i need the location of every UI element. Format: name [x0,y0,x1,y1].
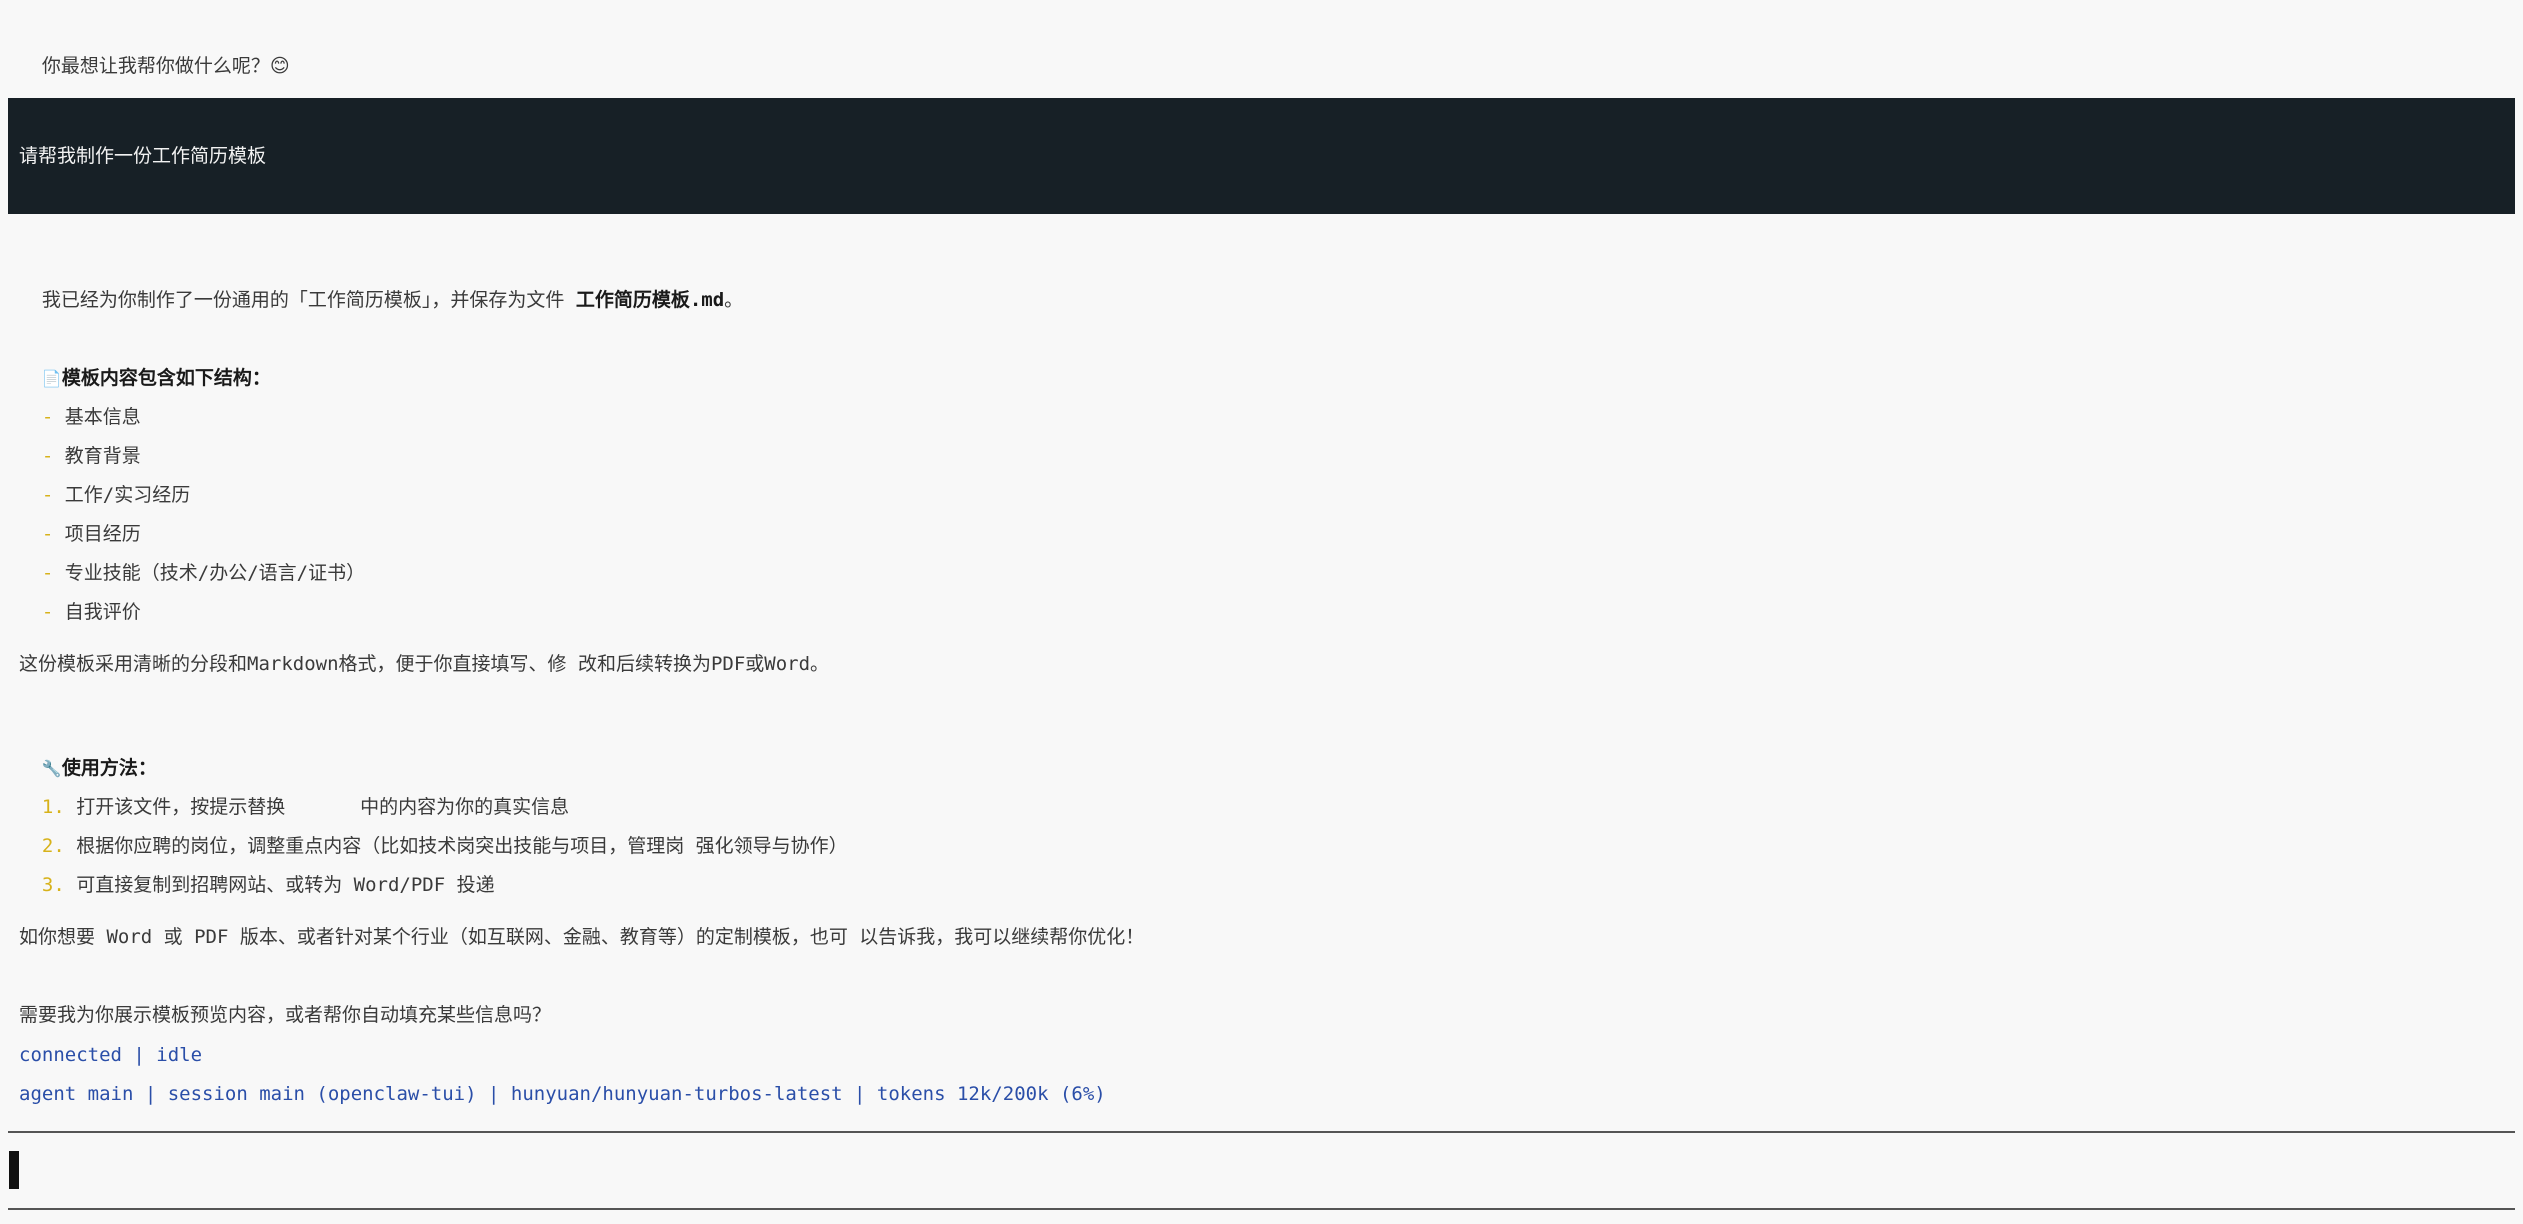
list-item-label: 自我评价 [64,601,141,623]
text-cursor [9,1151,19,1189]
list-item: - 自我评价 [19,573,141,625]
input-bottom-divider [8,1208,2515,1210]
greeting-line: 你最想让我帮你做什么呢？😊 [19,27,290,79]
format-note: 这份模板采用清晰的分段和Markdown格式，便于你直接填写、修 改和后续转换为… [19,653,830,675]
session-status: agent main | session main (openclaw-tui)… [19,1083,1106,1105]
reply-intro: 我已经为你制作了一份通用的「工作简历模板」，并保存为文件 工作简历模板.md。 [19,261,743,313]
bullet-marker: - [41,601,54,623]
input-top-divider [8,1131,2515,1133]
user-message-block: 请帮我制作一份工作简历模板 [8,98,2515,214]
smile-emoji-icon: 😊 [269,55,290,77]
question-text: 需要我为你展示模板预览内容，或者帮你自动填充某些信息吗？ [19,1004,552,1026]
reply-intro-file: 工作简历模板.md [575,289,725,311]
greeting-text: 你最想让我帮你做什么呢？ [41,55,270,77]
connection-status: connected | idle [19,1044,203,1066]
reply-intro-suffix: 。 [724,289,744,311]
message-input[interactable] [8,1134,2515,1206]
offer-text: 如你想要 Word 或 PDF 版本、或者针对某个行业（如互联网、金融、教育等）… [19,926,1145,948]
step-number: 3. [41,874,65,896]
step-text: 可直接复制到招聘网站、或转为 Word/PDF 投递 [76,874,495,896]
user-message-text: 请帮我制作一份工作简历模板 [19,145,267,167]
usage-step: 3. 可直接复制到招聘网站、或转为 Word/PDF 投递 [19,846,495,898]
reply-intro-prefix: 我已经为你制作了一份通用的「工作简历模板」，并保存为文件 [41,289,576,311]
